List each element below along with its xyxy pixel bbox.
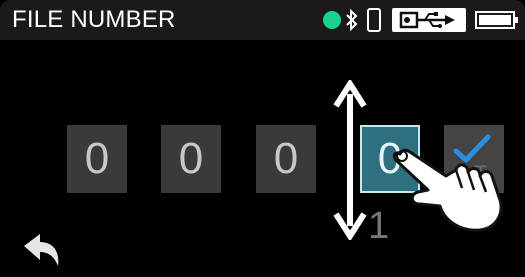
device-screen: FILE NUMBER 0 0 0 0 1 bbox=[0, 0, 525, 277]
digit-box-3[interactable]: 0 bbox=[256, 125, 316, 193]
title-bar: FILE NUMBER bbox=[0, 0, 525, 40]
battery-icon bbox=[475, 11, 518, 29]
digit-box-1[interactable]: 0 bbox=[67, 125, 127, 193]
up-down-scroll-arrow-icon bbox=[333, 80, 367, 240]
phone-icon bbox=[367, 8, 381, 32]
page-title: FILE NUMBER bbox=[12, 6, 176, 33]
bluetooth-icon bbox=[346, 9, 358, 31]
status-indicator-dot bbox=[323, 11, 341, 29]
digit-box-2[interactable]: 0 bbox=[161, 125, 221, 193]
swipe-hand-gesture-icon bbox=[392, 148, 503, 232]
usb-icon bbox=[392, 8, 466, 32]
next-value-preview: 1 bbox=[368, 205, 390, 247]
back-arrow-icon[interactable] bbox=[18, 230, 68, 270]
